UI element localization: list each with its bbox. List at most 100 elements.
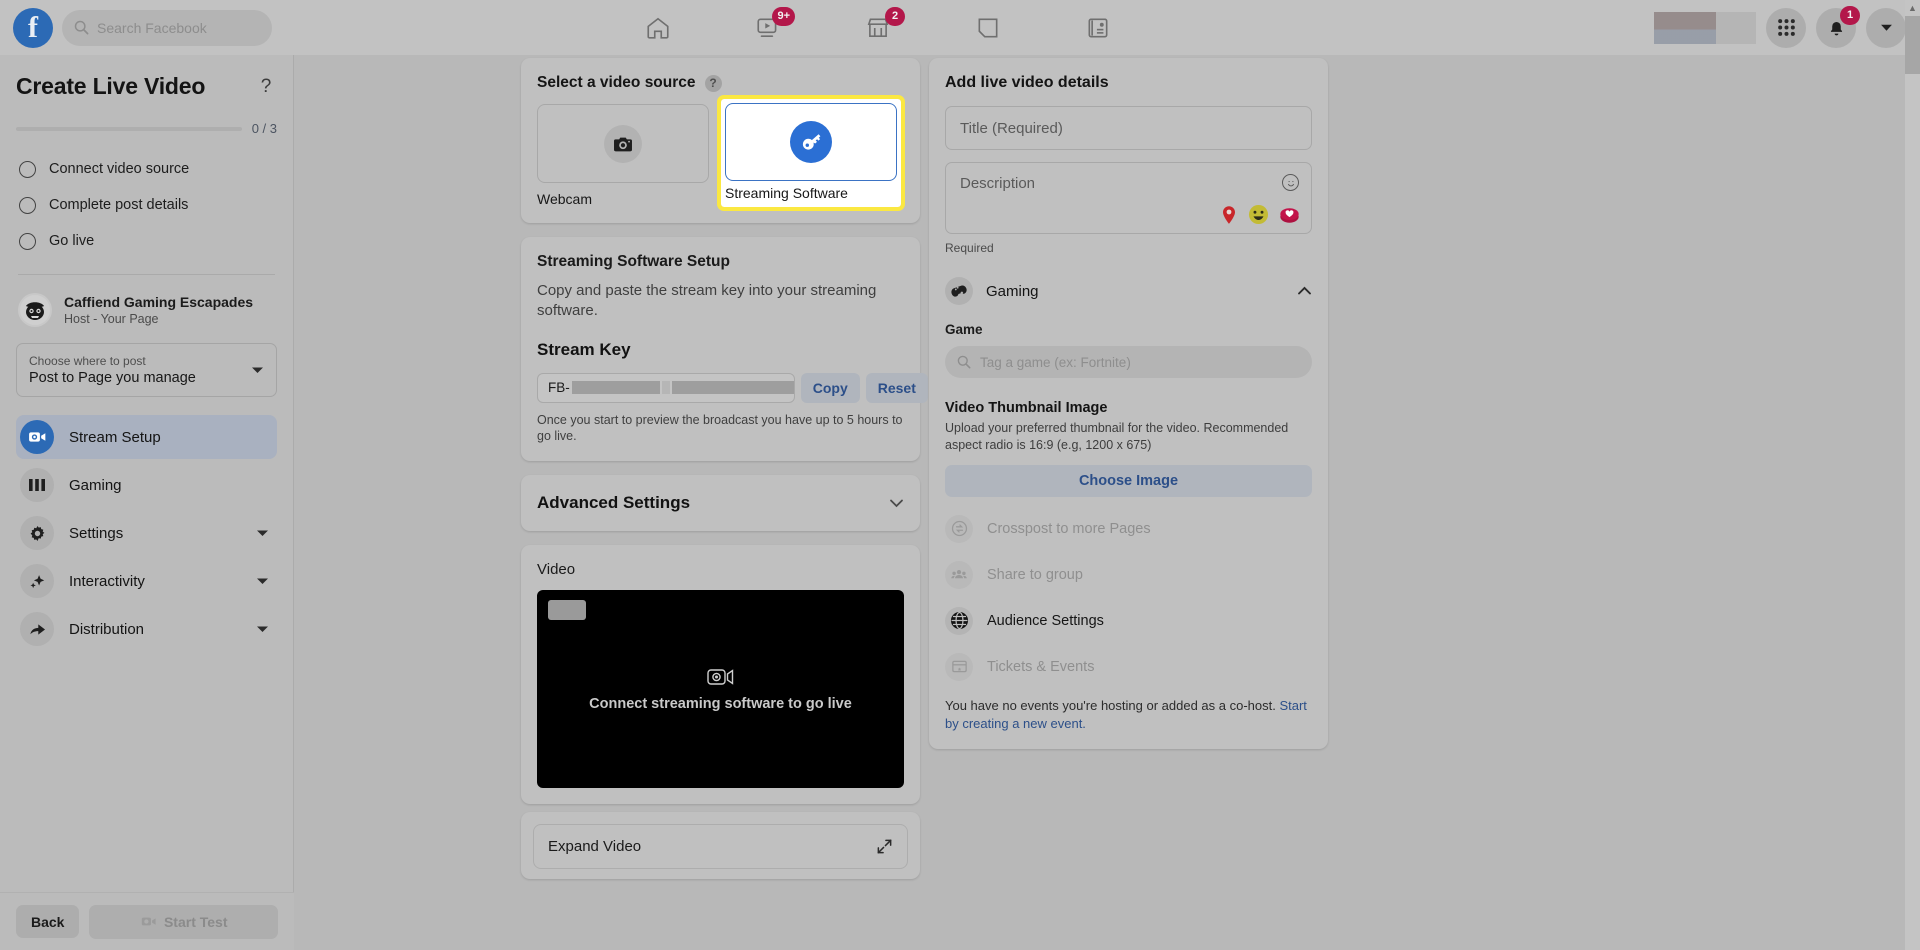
step-item[interactable]: Complete post details [16, 187, 277, 223]
step-radio-icon [19, 232, 36, 250]
chevron-down-icon [256, 529, 269, 538]
location-pin-icon[interactable] [1220, 205, 1238, 225]
option-tickets-events[interactable]: Tickets & Events [945, 652, 1312, 681]
back-button[interactable]: Back [16, 905, 80, 938]
sidebar-nav: Stream Setup Gaming Settings Interactivi… [16, 415, 277, 651]
sidebar-item-distribution[interactable]: Distribution [16, 607, 277, 651]
marketplace-icon[interactable]: 2 [860, 6, 905, 46]
video-preview-stage: Connect streaming software to go live [537, 590, 904, 789]
description-placeholder: Description [960, 175, 1036, 192]
search-icon [74, 20, 89, 35]
chevron-up-icon[interactable] [1297, 286, 1312, 296]
expand-video-row[interactable]: Expand Video [533, 824, 908, 870]
description-field[interactable]: Description [945, 162, 1312, 234]
video-corner-badge [548, 600, 586, 621]
copy-button[interactable]: Copy [800, 372, 860, 403]
sidebar-header: Create Live Video ? [16, 55, 277, 100]
video-section-label: Video [537, 561, 576, 579]
help-icon[interactable]: ? [704, 74, 722, 92]
sidebar-item-interactivity[interactable]: Interactivity [16, 559, 277, 603]
share-arrow-icon [20, 612, 54, 646]
option-audience-settings[interactable]: Audience Settings [945, 606, 1312, 635]
search-input[interactable]: Search Facebook [62, 9, 272, 46]
video-icon[interactable]: 9+ [750, 6, 795, 46]
video-source-options: Webcam Streaming Software [537, 95, 905, 211]
stream-key-input[interactable]: FB- [537, 372, 795, 403]
streaming-software-tile[interactable] [725, 103, 897, 181]
source-option-webcam[interactable]: Webcam [537, 104, 709, 207]
sidebar-item-label: Gaming [69, 476, 122, 494]
charity-heart-icon[interactable] [1279, 204, 1300, 225]
camera-icon [604, 124, 642, 163]
sparkle-icon [20, 564, 54, 598]
step-item[interactable]: Go live [16, 223, 277, 259]
start-test-label: Start Test [163, 913, 228, 930]
scrollbar-thumb[interactable] [1905, 16, 1920, 74]
chevron-down-icon [256, 625, 269, 634]
game-search-input[interactable]: Tag a game (ex: Fortnite) [945, 346, 1312, 378]
page-avatar [18, 293, 52, 327]
emoji-picker-icon[interactable] [1282, 174, 1299, 191]
page-name: Caffiend Gaming Escapades [64, 294, 254, 311]
scrollbar-up-arrow-icon[interactable]: ▲ [1905, 0, 1920, 16]
expand-video-card[interactable]: Expand Video [521, 812, 920, 880]
choose-post-label: Choose where to post [29, 354, 146, 368]
start-test-button[interactable]: Start Test [89, 904, 278, 939]
avatar[interactable] [1654, 11, 1756, 44]
help-icon[interactable]: ? [255, 76, 277, 98]
sidebar-item-label: Distribution [69, 620, 145, 638]
page-identity[interactable]: Caffiend Gaming Escapades Host - Your Pa… [16, 293, 277, 327]
stream-key-masked [671, 381, 794, 394]
chevron-down-icon [256, 577, 269, 586]
stream-key-icon [790, 121, 832, 163]
description-quick-actions [1220, 204, 1300, 225]
groups-icon[interactable] [970, 10, 1006, 46]
expand-icon[interactable] [876, 838, 893, 855]
option-label: Share to group [987, 566, 1083, 583]
video-card: Video Connect streaming software to go l… [521, 545, 920, 805]
events-note: You have no events you're hosting or add… [945, 697, 1312, 733]
sidebar-item-label: Interactivity [69, 572, 145, 590]
facebook-logo-icon[interactable]: f [13, 7, 53, 48]
search-placeholder: Search Facebook [97, 19, 207, 36]
group-icon [945, 560, 973, 589]
account-chevron-down-icon[interactable] [1866, 7, 1906, 48]
notifications-bell-icon[interactable]: 1 [1816, 5, 1860, 48]
chevron-down-icon[interactable] [889, 498, 904, 508]
reset-button[interactable]: Reset [865, 372, 928, 403]
step-label: Go live [49, 233, 95, 249]
gamepad-icon [945, 277, 973, 305]
title-field[interactable]: Title (Required) [945, 106, 1312, 150]
stream-key-heading: Stream Key [537, 339, 631, 359]
video-placeholder-message: Connect streaming software to go live [589, 695, 852, 712]
sidebar-item-settings[interactable]: Settings [16, 511, 277, 555]
choose-where-to-post-select[interactable]: Choose where to post Post to Page you ma… [16, 343, 277, 397]
page-scrollbar[interactable]: ▲ [1905, 0, 1920, 950]
top-right-controls: 1 [1654, 0, 1906, 55]
step-radio-icon [19, 196, 36, 214]
webcam-tile[interactable] [537, 104, 709, 183]
progress-count: 0 / 3 [251, 121, 277, 136]
live-video-icon [20, 420, 54, 454]
apps-grid-icon[interactable] [1766, 7, 1806, 48]
search-icon [957, 355, 971, 369]
gear-icon [20, 516, 54, 550]
advanced-settings-card[interactable]: Advanced Settings [521, 475, 920, 532]
option-share-to-group[interactable]: Share to group [945, 560, 1312, 589]
feeling-smiley-icon[interactable] [1248, 204, 1269, 225]
source-option-streaming-software[interactable]: Streaming Software [717, 95, 905, 211]
gaming-columns-icon [20, 468, 54, 502]
option-crosspost[interactable]: Crosspost to more Pages [945, 514, 1312, 543]
choose-image-button[interactable]: Choose Image [945, 464, 1312, 497]
gaming-section-header[interactable]: Gaming [945, 277, 1312, 305]
facebook-live-producer-page: f Search Facebook 9+ 2 1 ▲ Create Live V… [0, 0, 1920, 950]
news-icon[interactable] [1080, 10, 1116, 46]
choose-post-value: Post to Page you manage [29, 370, 196, 386]
step-item[interactable]: Connect video source [16, 151, 277, 187]
globe-icon [945, 606, 973, 635]
camera-off-icon [706, 667, 735, 687]
sidebar-item-stream-setup[interactable]: Stream Setup [16, 415, 277, 459]
sidebar-item-gaming[interactable]: Gaming [16, 463, 277, 507]
home-icon[interactable] [640, 10, 676, 46]
chevron-down-icon [251, 366, 264, 375]
